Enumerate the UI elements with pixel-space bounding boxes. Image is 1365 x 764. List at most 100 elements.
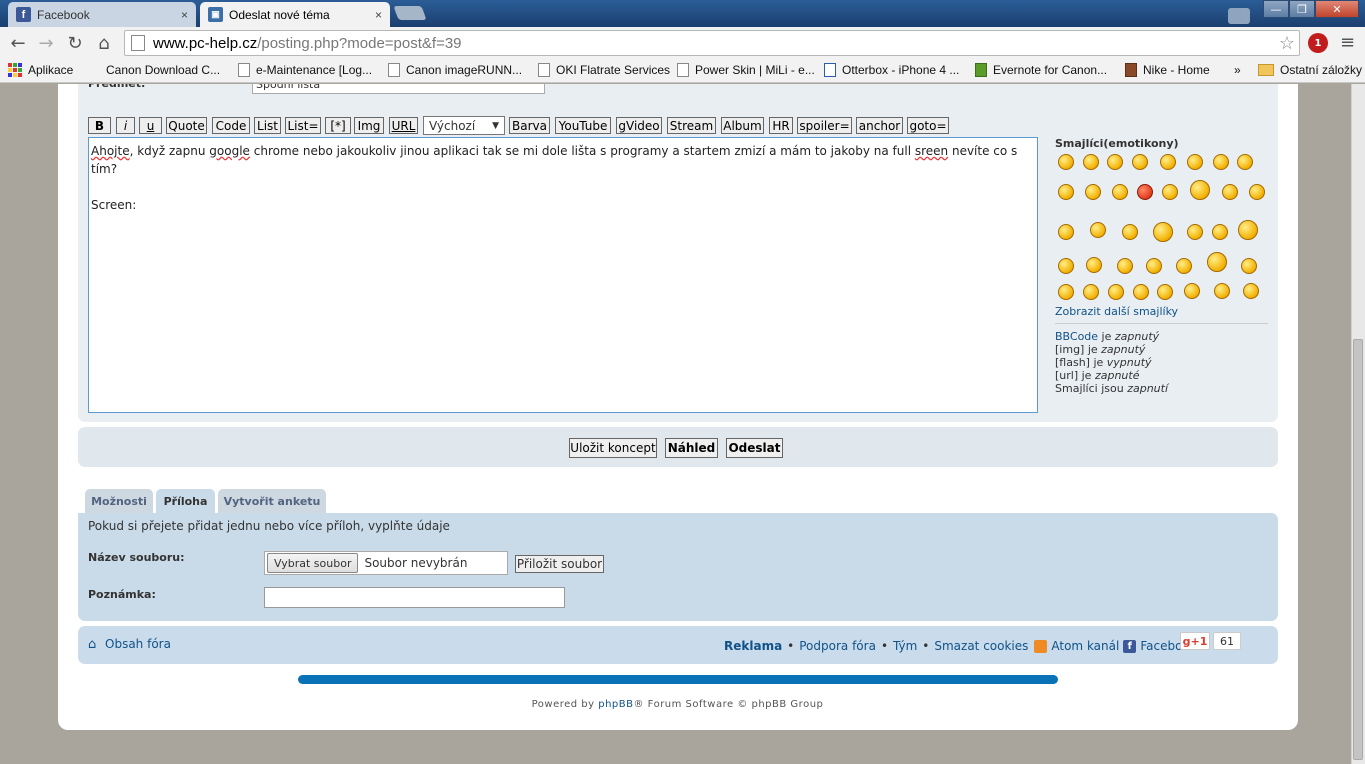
- menu-icon[interactable]: ≡: [1340, 32, 1355, 53]
- address-bar[interactable]: www.pc-help.cz/posting.php?mode=post&f=3…: [124, 30, 1300, 56]
- bbcode-color-button[interactable]: Barva: [509, 117, 550, 134]
- bbcode-hr-button[interactable]: HR: [769, 117, 793, 134]
- bbcode-quote-button[interactable]: Quote: [166, 117, 207, 134]
- smiley-icon[interactable]: [1083, 154, 1099, 170]
- board-index-link[interactable]: ⌂ Obsah fóra: [88, 637, 171, 651]
- team-link[interactable]: Tým: [893, 639, 917, 653]
- smiley-icon[interactable]: [1122, 224, 1138, 240]
- bookmark-item[interactable]: Evernote for Canon...: [975, 63, 1107, 77]
- smiley-icon[interactable]: [1058, 154, 1074, 170]
- smiley-icon[interactable]: [1214, 283, 1230, 299]
- smiley-icon[interactable]: [1058, 258, 1074, 274]
- bbcode-list-numbered-button[interactable]: List=: [285, 117, 321, 134]
- smiley-icon[interactable]: [1222, 184, 1238, 200]
- bbcode-spoiler-button[interactable]: spoiler=: [797, 117, 852, 134]
- delete-cookies-link[interactable]: Smazat cookies: [934, 639, 1028, 653]
- bbcode-list-item-button[interactable]: [*]: [325, 117, 351, 134]
- bookmark-star-icon[interactable]: ☆: [1279, 33, 1295, 54]
- smiley-icon[interactable]: [1083, 284, 1099, 300]
- bbcode-underline-button[interactable]: u: [139, 117, 162, 134]
- smiley-icon[interactable]: [1085, 184, 1101, 200]
- other-bookmarks[interactable]: Ostatní záložky: [1258, 63, 1362, 77]
- smiley-icon[interactable]: [1162, 184, 1178, 200]
- message-textarea[interactable]: Ahojte, když zapnu google chrome nebo ja…: [88, 137, 1038, 413]
- smiley-icon[interactable]: [1184, 283, 1200, 299]
- bbcode-stream-button[interactable]: Stream: [667, 117, 716, 134]
- bookmark-item[interactable]: OKI Flatrate Services: [538, 63, 670, 77]
- smiley-icon[interactable]: [1190, 180, 1210, 200]
- bbcode-anchor-button[interactable]: anchor: [856, 117, 903, 134]
- bookmark-item[interactable]: Otterbox - iPhone 4 ...: [824, 63, 959, 77]
- bbcode-url-button[interactable]: URL: [389, 117, 418, 134]
- bbcode-bold-button[interactable]: B: [88, 117, 111, 134]
- bbcode-link[interactable]: BBCode: [1055, 330, 1098, 343]
- file-input[interactable]: Vybrat soubor Soubor nevybrán: [264, 551, 508, 575]
- forward-icon[interactable]: →: [34, 31, 58, 55]
- bbcode-code-button[interactable]: Code: [212, 117, 250, 134]
- preview-button[interactable]: Náhled: [665, 438, 718, 458]
- ads-link[interactable]: Reklama: [724, 639, 782, 653]
- tab-poll[interactable]: Vytvořit anketu: [218, 489, 326, 513]
- smiley-icon[interactable]: [1187, 154, 1203, 170]
- smiley-icon[interactable]: [1176, 258, 1192, 274]
- atom-feed-link[interactable]: Atom kanál: [1051, 639, 1119, 653]
- smiley-icon[interactable]: [1187, 224, 1203, 240]
- submit-button[interactable]: Odeslat: [726, 438, 783, 458]
- smiley-icon[interactable]: [1133, 284, 1149, 300]
- profile-icon[interactable]: [1228, 8, 1250, 24]
- bbcode-album-button[interactable]: Album: [721, 117, 764, 134]
- smiley-icon[interactable]: [1237, 154, 1253, 170]
- bookmark-item[interactable]: Canon Download C...: [106, 63, 220, 77]
- bbcode-img-button[interactable]: Img: [354, 117, 384, 134]
- save-draft-button[interactable]: Uložit koncept: [569, 438, 657, 458]
- phpbb-link[interactable]: phpBB: [598, 699, 633, 710]
- smiley-icon[interactable]: [1160, 154, 1176, 170]
- bbcode-gvideo-button[interactable]: gVideo: [616, 117, 662, 134]
- smiley-icon[interactable]: [1153, 222, 1173, 242]
- tab-attachment[interactable]: Příloha: [156, 489, 215, 513]
- smiley-icon[interactable]: [1238, 220, 1258, 240]
- smiley-icon[interactable]: [1086, 257, 1102, 273]
- close-window-button[interactable]: ✕: [1315, 0, 1359, 18]
- tab-options[interactable]: Možnosti: [85, 489, 153, 513]
- smiley-icon[interactable]: [1058, 284, 1074, 300]
- new-tab-button[interactable]: [393, 6, 427, 20]
- bbcode-list-button[interactable]: List: [254, 117, 281, 134]
- bookmark-item[interactable]: Canon imageRUNN...: [388, 63, 522, 77]
- gplus-button[interactable]: g+1: [1180, 632, 1210, 650]
- bookmark-apps[interactable]: Aplikace: [8, 63, 73, 77]
- smiley-icon[interactable]: [1117, 258, 1133, 274]
- subject-input[interactable]: Spodní lišta: [252, 84, 545, 94]
- smiley-icon[interactable]: [1090, 222, 1106, 238]
- bookmark-item[interactable]: Power Skin | MiLi - e...: [677, 63, 815, 77]
- back-icon[interactable]: ←: [6, 31, 30, 55]
- bookmark-item[interactable]: Nike - Home: [1125, 63, 1210, 77]
- home-icon[interactable]: ⌂: [92, 31, 116, 55]
- support-link[interactable]: Podpora fóra: [799, 639, 876, 653]
- bookmark-item[interactable]: e-Maintenance [Log...: [238, 63, 372, 77]
- bbcode-italic-button[interactable]: i: [116, 117, 135, 134]
- font-select[interactable]: Výchozí ▼: [423, 116, 505, 135]
- smiley-icon[interactable]: [1058, 224, 1074, 240]
- smiley-icon[interactable]: [1108, 284, 1124, 300]
- reload-icon[interactable]: ↻: [63, 31, 87, 55]
- smiley-icon[interactable]: [1132, 154, 1148, 170]
- smiley-icon[interactable]: [1112, 184, 1128, 200]
- vertical-scrollbar-thumb[interactable]: [1353, 339, 1363, 760]
- choose-file-button[interactable]: Vybrat soubor: [267, 553, 359, 573]
- bookmarks-overflow[interactable]: »: [1234, 63, 1241, 77]
- smiley-icon[interactable]: [1243, 283, 1259, 299]
- add-attachment-button[interactable]: Přiložit soubor: [515, 555, 604, 573]
- tab-facebook[interactable]: f Facebook ×: [8, 2, 196, 27]
- smiley-icon[interactable]: [1107, 154, 1123, 170]
- tab-close-icon[interactable]: ×: [375, 8, 382, 22]
- smiley-icon[interactable]: [1207, 252, 1227, 272]
- tab-odeslat[interactable]: ▣ Odeslat nové téma ×: [200, 2, 390, 27]
- smiley-icon[interactable]: [1058, 184, 1074, 200]
- smiley-icon[interactable]: [1146, 258, 1162, 274]
- comment-textarea[interactable]: [264, 587, 565, 608]
- smiley-icon[interactable]: [1212, 224, 1228, 240]
- extension-badge-icon[interactable]: 1: [1308, 33, 1328, 53]
- horizontal-scrollbar[interactable]: [298, 675, 1058, 684]
- minimize-button[interactable]: —: [1263, 0, 1289, 18]
